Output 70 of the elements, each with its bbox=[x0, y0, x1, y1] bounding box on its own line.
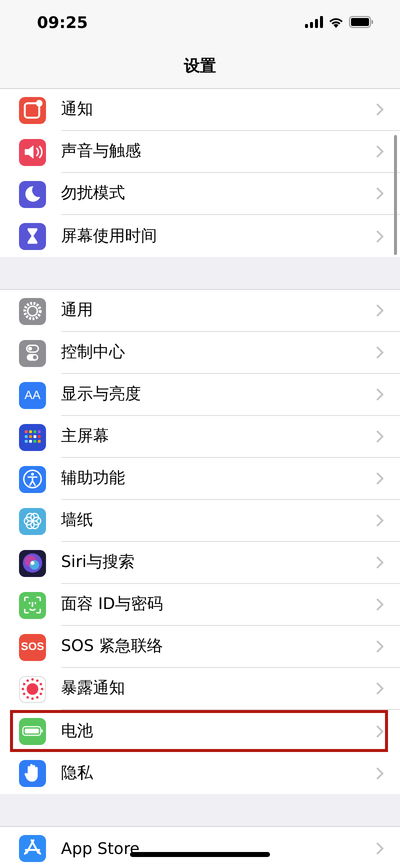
settings-row[interactable]: 通知 bbox=[0, 89, 400, 131]
settings-row[interactable]: 主屏幕 bbox=[0, 416, 400, 458]
settings-row[interactable]: AA 显示与亮度 bbox=[0, 374, 400, 416]
settings-row[interactable]: 通用 bbox=[0, 290, 400, 332]
signal-icon bbox=[305, 16, 323, 28]
toggle-icon bbox=[19, 340, 46, 366]
settings-row[interactable]: 隐私 bbox=[0, 752, 400, 794]
grid-icon bbox=[19, 424, 46, 450]
battery-status-icon bbox=[349, 16, 374, 28]
chevron-icon bbox=[376, 230, 384, 242]
page-title: 设置 bbox=[184, 56, 216, 76]
row-label: 辅助功能 bbox=[61, 468, 125, 489]
row-label: 面容 ID与密码 bbox=[61, 594, 164, 615]
row-label: 屏幕使用时间 bbox=[61, 226, 157, 246]
display-icon: AA bbox=[19, 382, 46, 408]
face-icon bbox=[19, 592, 46, 618]
row-label: SOS 紧急联络 bbox=[61, 636, 163, 657]
settings-row[interactable]: 暴露通知 bbox=[0, 668, 400, 710]
gear-icon bbox=[19, 298, 46, 324]
chevron-icon bbox=[376, 640, 384, 653]
chevron-icon bbox=[376, 388, 384, 401]
chevron-icon bbox=[376, 145, 384, 158]
row-label: 墙纸 bbox=[61, 510, 93, 531]
speaker-icon bbox=[19, 138, 46, 166]
settings-row[interactable]: Siri与搜索 bbox=[0, 542, 400, 584]
row-label: 通知 bbox=[61, 99, 93, 120]
row-label: 电池 bbox=[61, 720, 93, 742]
row-label: 声音与触感 bbox=[61, 141, 141, 162]
chevron-icon bbox=[376, 304, 384, 317]
row-label: 通用 bbox=[61, 300, 93, 321]
orb-icon bbox=[19, 550, 46, 576]
wifi-icon bbox=[328, 16, 344, 28]
chevron-icon bbox=[376, 724, 384, 738]
row-label: 隐私 bbox=[61, 762, 93, 784]
chevron-icon bbox=[376, 103, 384, 116]
settings-row[interactable]: 辅助功能 bbox=[0, 458, 400, 500]
settings-row[interactable]: 墙纸 bbox=[0, 500, 400, 542]
chevron-icon bbox=[376, 682, 384, 695]
chevron-icon bbox=[376, 598, 384, 611]
notification-icon bbox=[19, 96, 46, 124]
settings-row[interactable]: 屏幕使用时间 bbox=[0, 215, 400, 257]
sos-icon: SOS bbox=[19, 634, 46, 660]
chevron-icon bbox=[376, 430, 384, 443]
moon-icon bbox=[19, 180, 46, 208]
row-label: 主屏幕 bbox=[61, 426, 109, 447]
chevron-icon bbox=[376, 766, 384, 780]
settings-row[interactable]: SOS SOS 紧急联络 bbox=[0, 626, 400, 668]
row-label: 显示与亮度 bbox=[61, 384, 141, 405]
row-label: 暴露通知 bbox=[61, 678, 125, 699]
chevron-icon bbox=[376, 472, 384, 485]
hourglass-icon bbox=[19, 222, 46, 250]
chevron-icon bbox=[376, 187, 384, 200]
row-label: 勿扰模式 bbox=[61, 183, 125, 204]
settings-row[interactable]: 声音与触感 bbox=[0, 131, 400, 173]
chevron-icon bbox=[376, 514, 384, 527]
battery-icon bbox=[19, 718, 46, 744]
row-label: Siri与搜索 bbox=[61, 552, 135, 573]
settings-row[interactable]: 面容 ID与密码 bbox=[0, 584, 400, 626]
settings-row[interactable]: 控制中心 bbox=[0, 332, 400, 374]
status-time: 09:25 bbox=[37, 12, 88, 32]
chevron-icon bbox=[376, 346, 384, 359]
flower-icon bbox=[19, 508, 46, 534]
dots-icon bbox=[19, 676, 46, 702]
chevron-icon bbox=[376, 556, 384, 569]
row-label: 控制中心 bbox=[61, 342, 125, 363]
app-store-icon bbox=[19, 834, 46, 862]
hand-icon bbox=[19, 760, 46, 786]
settings-row[interactable]: 电池 bbox=[10, 710, 388, 752]
chevron-icon bbox=[376, 842, 384, 854]
person-icon bbox=[19, 466, 46, 492]
